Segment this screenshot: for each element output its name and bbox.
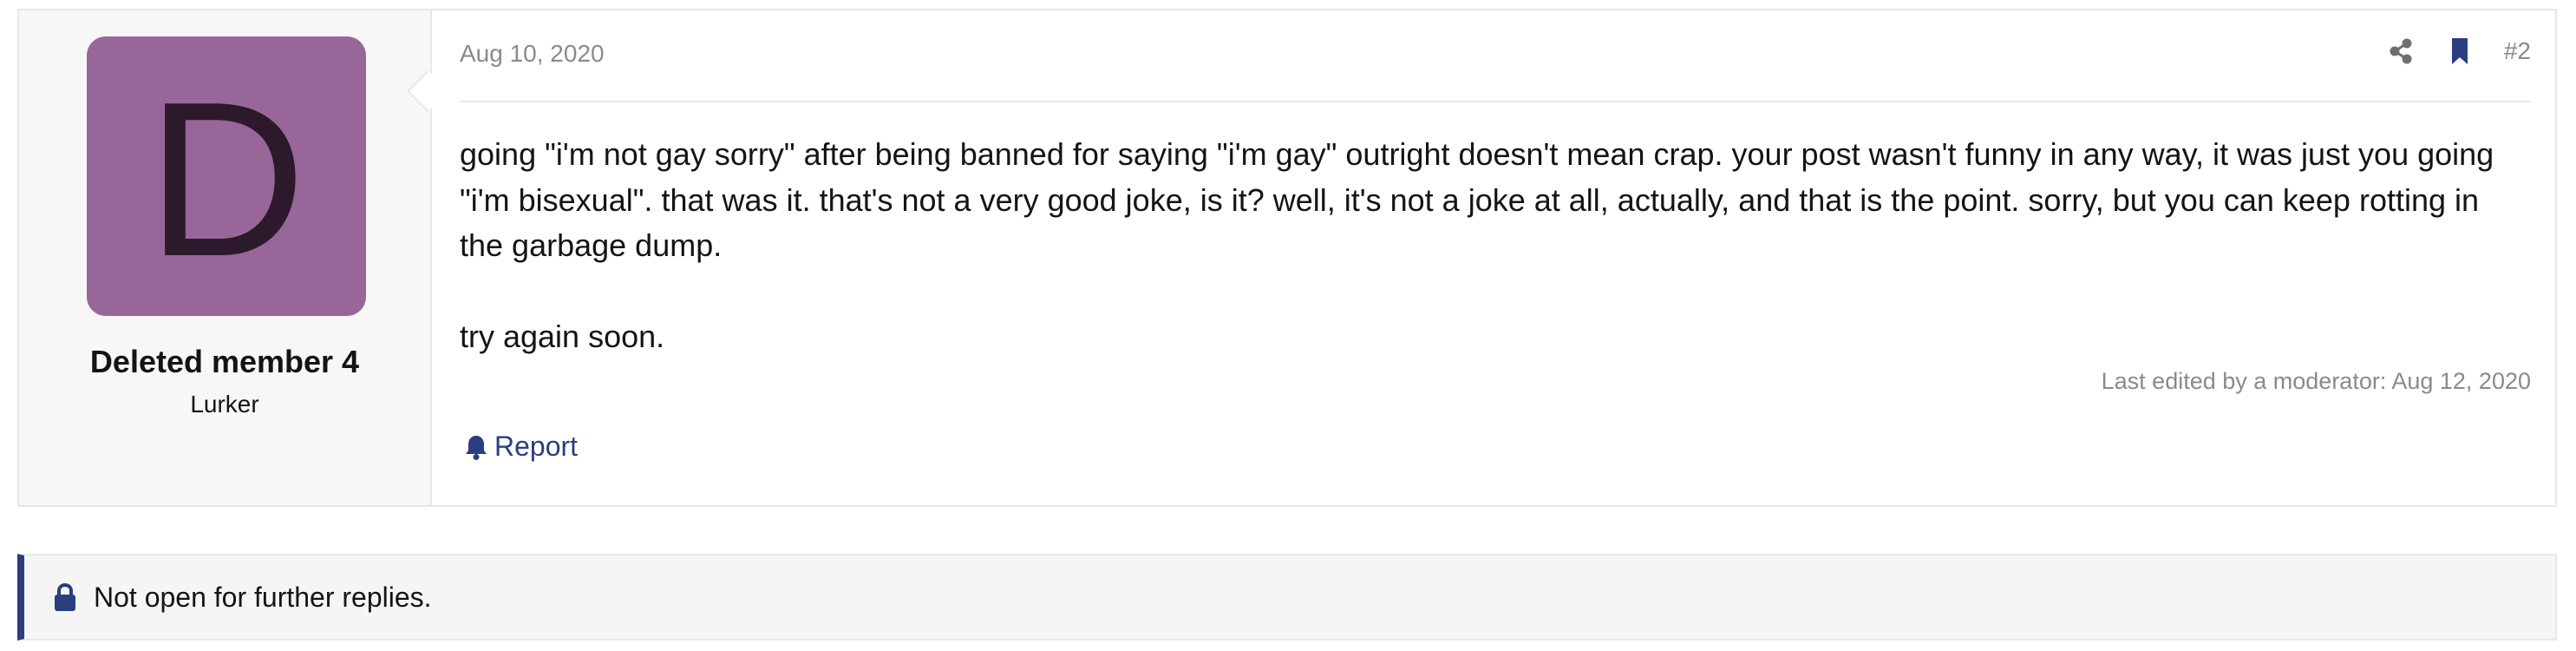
report-label: Report <box>494 431 579 462</box>
avatar-letter: D <box>147 56 306 302</box>
notice-text: Not open for further replies. <box>94 581 432 613</box>
post-user-cell: D Deleted member 4 Lurker <box>19 10 432 505</box>
post-body-paragraph: going "i'm not gay sorry" after being ba… <box>460 136 2494 263</box>
post-header-actions: #2 <box>2386 36 2531 66</box>
share-icon[interactable] <box>2386 36 2416 66</box>
user-title: Lurker <box>190 391 259 418</box>
username[interactable]: Deleted member 4 <box>19 344 430 380</box>
post-date[interactable]: Aug 10, 2020 <box>460 40 605 68</box>
avatar[interactable]: D <box>87 36 366 316</box>
post-body-paragraph: try again soon. <box>460 318 665 354</box>
lock-icon <box>55 582 75 611</box>
bookmark-icon[interactable] <box>2445 36 2475 66</box>
bell-icon <box>466 435 487 460</box>
report-link[interactable]: Report <box>463 431 578 463</box>
post: D Deleted member 4 Lurker Aug 10, 2020 #… <box>17 9 2557 507</box>
post-body: going "i'm not gay sorry" after being ba… <box>460 132 2524 359</box>
thread-closed-notice: Not open for further replies. <box>17 554 2557 641</box>
post-number-link[interactable]: #2 <box>2504 37 2531 65</box>
last-edited-note: Last edited by a moderator: Aug 12, 2020 <box>2101 368 2531 394</box>
post-main-cell: Aug 10, 2020 #2 going "i'm not gay sorry… <box>432 10 2555 505</box>
post-header: Aug 10, 2020 #2 <box>460 10 2531 102</box>
